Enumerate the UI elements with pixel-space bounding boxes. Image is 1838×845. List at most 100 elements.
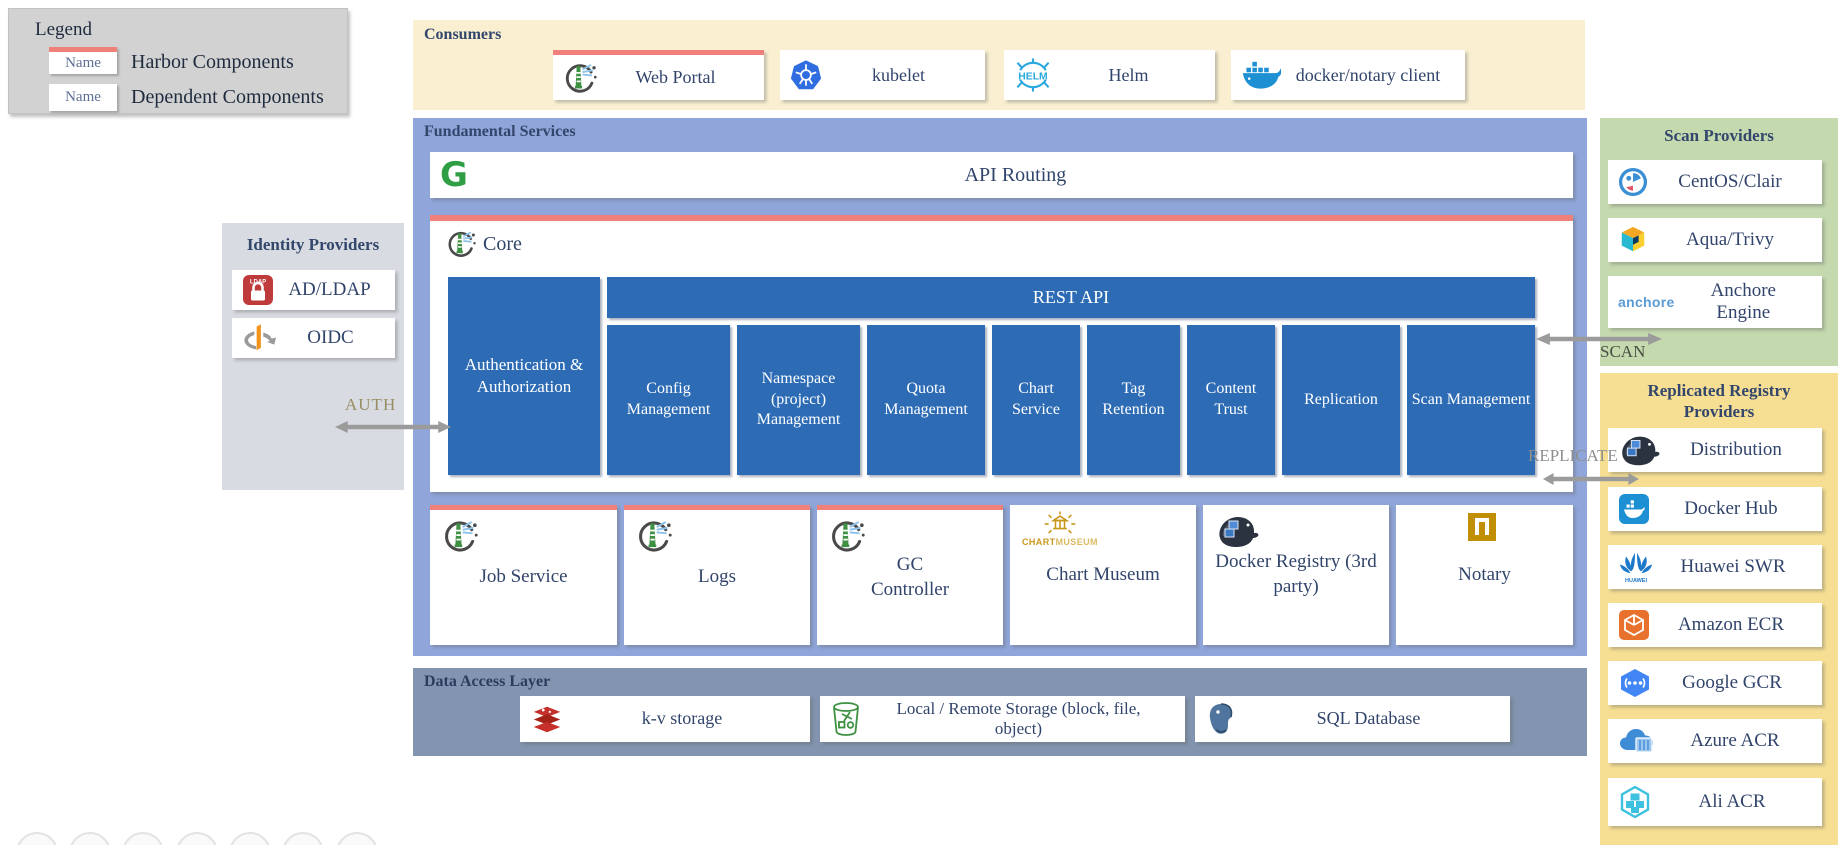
legend-panel: Legend Name Harbor Components Name Depen… — [8, 8, 348, 114]
distribution-box: Distribution — [1608, 428, 1822, 472]
ad-ldap-label: AD/LDAP — [274, 279, 385, 301]
clair-icon — [1618, 167, 1648, 197]
google-gcr-label: Google GCR — [1652, 672, 1812, 694]
module-tag-retention: Tag Retention — [1087, 325, 1180, 475]
docker-icon — [1241, 60, 1281, 90]
redis-icon — [530, 704, 564, 734]
module-content-trust: Content Trust — [1187, 325, 1275, 475]
ldap-icon: LDAP — [242, 274, 274, 306]
helm-label: Helm — [1052, 65, 1205, 86]
postgresql-icon — [1205, 702, 1237, 736]
core-box: Core Authentication & Authorization REST… — [430, 215, 1573, 492]
identity-providers-panel: Identity Providers LDAP AD/LDAP — [222, 223, 404, 490]
ali-acr-icon — [1618, 785, 1652, 819]
gin-gateway-icon: G — [440, 158, 468, 192]
harbor-icon — [442, 518, 478, 554]
replicated-registry-providers-title: Replicated Registry Providers — [1619, 380, 1819, 423]
docker-registry-label: Docker Registry (3rd party) — [1211, 550, 1381, 599]
harbor-icon — [636, 518, 672, 554]
core-modules-row: Config Management Namespace (project) Ma… — [607, 325, 1535, 475]
harbor-icon — [446, 229, 476, 259]
harbor-icon — [829, 518, 865, 554]
oidc-label: OIDC — [276, 327, 385, 349]
chart-museum-label: Chart Museum — [1046, 563, 1159, 588]
azure-acr-box: Azure ACR — [1608, 719, 1822, 763]
core-label: Core — [483, 233, 522, 256]
sql-database-box: SQL Database — [1195, 696, 1510, 742]
helm-icon: HELM — [1014, 58, 1052, 92]
kv-storage-label: k-v storage — [564, 708, 800, 730]
legend-dependent-label: Dependent Components — [131, 86, 324, 109]
huawei-icon: HUAWEI — [1618, 551, 1654, 583]
ad-ldap-box: LDAP AD/LDAP — [232, 270, 395, 310]
amazon-ecr-box: Amazon ECR — [1608, 603, 1822, 647]
replicate-arrow — [1543, 471, 1639, 487]
legend-title: Legend — [35, 19, 92, 41]
kubelet-label: kubelet — [822, 65, 975, 86]
gc-controller-label: GC Controller — [860, 553, 960, 602]
web-portal-box: Web Portal — [553, 50, 764, 100]
helm-box: HELM Helm — [1004, 50, 1215, 100]
identity-providers-title: Identity Providers — [222, 235, 404, 255]
aqua-trivy-label: Aqua/Trivy — [1648, 229, 1812, 251]
google-gcr-box: Google GCR — [1608, 661, 1822, 705]
module-config-management: Config Management — [607, 325, 730, 475]
registry-whale-icon — [1215, 513, 1259, 549]
docker-registry-box: Docker Registry (3rd party) — [1203, 505, 1389, 645]
legend-harbor-chip: Name — [49, 47, 117, 74]
legend-chip-label: Name — [65, 89, 101, 106]
kubelet-box: kubelet — [780, 50, 985, 100]
amazon-ecr-label: Amazon ECR — [1650, 614, 1812, 636]
chart-museum-box: CHARTMUSEUM Chart Museum — [1010, 505, 1196, 645]
huawei-swr-box: HUAWEI Huawei SWR — [1608, 545, 1822, 589]
api-routing-box: G API Routing — [430, 152, 1573, 198]
logs-box: Logs — [624, 505, 810, 645]
legend-chip-label: Name — [65, 55, 101, 72]
kubernetes-icon — [790, 59, 822, 91]
harbor-icon — [563, 61, 597, 95]
aqua-trivy-icon — [1618, 225, 1648, 255]
rest-api-bar: REST API — [607, 277, 1535, 318]
api-routing-label: API Routing — [468, 164, 1563, 187]
job-service-label: Job Service — [479, 565, 567, 590]
notary-label: Notary — [1458, 563, 1511, 588]
docker-hub-icon — [1618, 493, 1650, 525]
legend-harbor-label: Harbor Components — [131, 51, 294, 74]
web-portal-label: Web Portal — [597, 67, 754, 88]
docker-notary-client-box: docker/notary client — [1231, 50, 1465, 100]
fundamental-services-title: Fundamental Services — [424, 123, 576, 141]
legend-dependent-chip: Name — [49, 84, 117, 111]
harbor-architecture-diagram: Legend Name Harbor Components Name Depen… — [0, 0, 1838, 845]
oidc-box: OIDC — [232, 318, 395, 358]
distribution-whale-icon — [1618, 432, 1660, 468]
consumers-title: Consumers — [424, 26, 501, 44]
ali-acr-label: Ali ACR — [1652, 791, 1812, 813]
module-chart-service: Chart Service — [992, 325, 1080, 475]
docker-hub-label: Docker Hub — [1650, 498, 1812, 520]
job-service-box: Job Service — [430, 505, 617, 645]
local-remote-storage-label: Local / Remote Storage (block, file, obj… — [884, 699, 1154, 740]
svg-text:HUAWEI: HUAWEI — [1625, 578, 1647, 583]
sql-database-label: SQL Database — [1237, 708, 1500, 730]
module-quota-management: Quota Management — [867, 325, 985, 475]
anchore-icon: anchore — [1618, 294, 1675, 310]
consumers-panel: Consumers Web Portal — [413, 20, 1585, 110]
data-access-layer-title: Data Access Layer — [424, 673, 550, 691]
google-gcr-icon — [1618, 668, 1652, 698]
anchore-engine-label: Anchore Engine — [1693, 280, 1793, 324]
amazon-ecr-icon — [1618, 609, 1650, 641]
authentication-authorization-box: Authentication & Authorization — [448, 277, 600, 475]
data-access-layer-panel: Data Access Layer k-v storage — [413, 668, 1587, 756]
local-remote-storage-box: Local / Remote Storage (block, file, obj… — [820, 696, 1185, 742]
module-namespace-management: Namespace (project) Management — [737, 325, 860, 475]
storage-bucket-icon — [830, 701, 862, 737]
openid-icon — [242, 323, 276, 353]
azure-acr-label: Azure ACR — [1658, 730, 1812, 752]
notary-box: Notary — [1396, 505, 1573, 645]
fundamental-services-panel: Fundamental Services G API Routing — [413, 118, 1587, 656]
kv-storage-box: k-v storage — [520, 696, 810, 742]
azure-acr-icon — [1618, 726, 1658, 756]
scan-providers-panel: Scan Providers CentOS/Clair — [1600, 118, 1838, 366]
centos-clair-label: CentOS/Clair — [1648, 171, 1812, 193]
scan-providers-title: Scan Providers — [1600, 126, 1838, 146]
